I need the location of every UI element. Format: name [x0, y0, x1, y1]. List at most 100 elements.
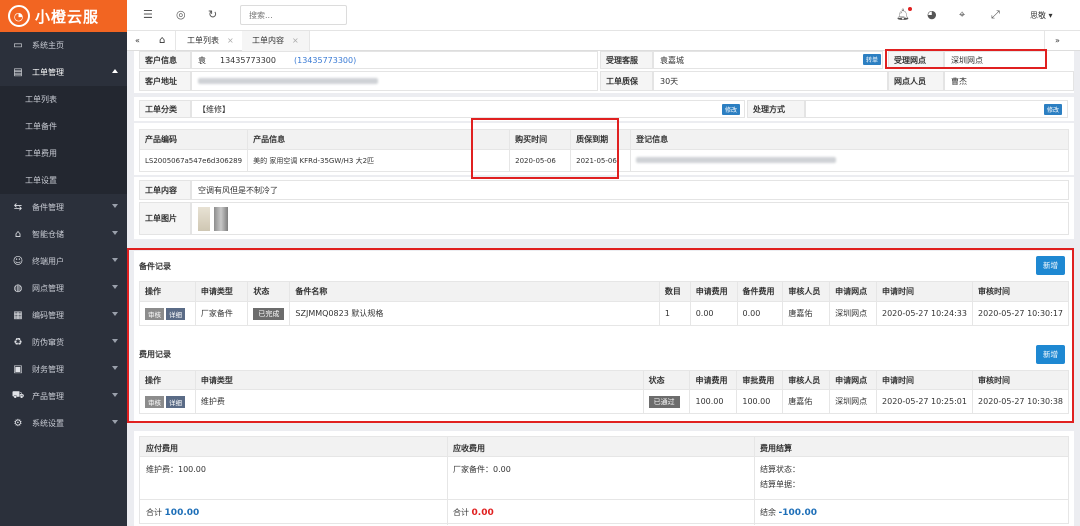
sidebar-item-parts[interactable]: ⇆ 备件管理 — [0, 194, 127, 221]
total-payable: 合计 100.00 — [146, 507, 199, 518]
chevron-down-icon — [112, 231, 118, 235]
type-label: 工单分类 — [139, 100, 191, 118]
address-label: 客户地址 — [139, 71, 191, 91]
summary-header — [140, 437, 1068, 457]
total-label: 合计 — [146, 508, 162, 517]
chevron-down-icon — [112, 312, 118, 316]
sidebar-item-codes[interactable]: ▦ 编码管理 — [0, 302, 127, 329]
order-image-thumbnail[interactable] — [198, 206, 210, 231]
sidebar: ◔ 小橙云服 ▭ 系统主页 ▤ 工单管理 工单列表 工单备件 工单费用 工单设置 ⇆ 备… — [0, 0, 127, 526]
tab-label: 工单内容 — [252, 36, 284, 45]
transfer-button[interactable]: 转单 — [863, 54, 882, 65]
receivable-item: 厂家备件：0.00 — [453, 465, 511, 474]
balance-label: 结余 — [760, 508, 776, 517]
agent-name: 袁嘉城 — [660, 55, 684, 65]
sidebar-item-label: 终端用户 — [32, 257, 64, 266]
sidebar-item-home[interactable]: ▭ 系统主页 — [0, 32, 127, 59]
settle-status: 结算状态： — [760, 465, 800, 474]
column-header: 登记信息 — [630, 129, 1069, 150]
sidebar-item-products[interactable]: ⛟ 产品管理 — [0, 383, 127, 410]
menu-toggle-icon[interactable]: ☰ — [143, 8, 153, 21]
sidebar-item-branches[interactable]: ◍ 网点管理 — [0, 275, 127, 302]
order-image-thumbnail[interactable] — [214, 206, 228, 231]
money-icon: ▣ — [13, 364, 23, 375]
logo-icon: ◔ — [8, 5, 30, 27]
sidebar-subitem-order-list[interactable]: 工单列表 — [0, 86, 127, 113]
sidebar-item-label: 工单管理 — [32, 68, 64, 77]
sidebar-item-orders[interactable]: ▤ 工单管理 — [0, 59, 127, 86]
sidebar-item-warehouse[interactable]: ⌂ 智能仓储 — [0, 221, 127, 248]
divider — [447, 437, 448, 525]
tag-icon[interactable]: ⌖ — [959, 8, 965, 22]
images-label: 工单图片 — [139, 202, 191, 235]
payable-label: 应付费用 — [146, 444, 178, 453]
sidebar-item-settings[interactable]: ⚙ 系统设置 — [0, 410, 127, 437]
tab-order-content[interactable]: 工单内容 × — [242, 31, 310, 51]
search-input[interactable] — [240, 5, 347, 25]
recycle-icon: ♻ — [13, 337, 23, 348]
highlight-records — [127, 248, 1074, 423]
order-detail: 客户信息 袁 13435773300 (13435773300) 受理客服 袁嘉… — [127, 49, 1074, 526]
content-value: 空调有风但是不制冷了 — [191, 180, 1069, 200]
tab-order-list[interactable]: 工单列表 × — [177, 31, 245, 51]
images-value — [191, 202, 1069, 235]
close-icon[interactable]: × — [292, 36, 299, 45]
top-bar: ☰ ◎ ↻ 🔔︎ ◕ ⌖ ⤢ 思敬 ▾ — [127, 0, 1080, 31]
total-receivable: 合计 0.00 — [453, 507, 494, 518]
arrows-icon: ⇆ — [13, 202, 23, 213]
sidebar-item-finance[interactable]: ▣ 财务管理 — [0, 356, 127, 383]
total-payable-value: 100.00 — [164, 508, 200, 518]
customer-phone-link[interactable]: (13435773300) — [294, 56, 356, 65]
user-menu[interactable]: 思敬 ▾ — [1030, 10, 1053, 21]
dashboard-icon[interactable]: ◕ — [927, 8, 937, 21]
highlight-branch — [885, 49, 1047, 69]
chevron-down-icon — [112, 366, 118, 370]
edit-method-button[interactable]: 修改 — [1044, 104, 1063, 115]
warranty-label: 工单质保 — [600, 71, 653, 91]
sidebar-item-anticounterfeit[interactable]: ♻ 防伪窜货 — [0, 329, 127, 356]
chevron-down-icon — [112, 420, 118, 424]
grid-icon: ▦ — [13, 310, 23, 321]
sidebar-item-label: 财务管理 — [32, 365, 64, 374]
home-icon[interactable]: ⌂ — [149, 31, 177, 51]
divider — [754, 437, 755, 525]
gear-icon: ⚙ — [13, 418, 23, 429]
refresh-icon[interactable]: ↻ — [208, 8, 217, 21]
chevron-down-icon — [112, 393, 118, 397]
type-value: 【维修】 — [191, 100, 745, 118]
sidebar-item-label: 系统设置 — [32, 419, 64, 428]
payable-item: 维护费：100.00 — [146, 465, 206, 474]
user-icon: ☺ — [12, 256, 24, 267]
globe-icon[interactable]: ◎ — [176, 8, 186, 21]
sidebar-item-label: 产品管理 — [32, 392, 64, 401]
monitor-icon: ▭ — [13, 40, 23, 51]
staff-label: 网点人员 — [888, 71, 944, 91]
tab-label: 工单列表 — [187, 36, 219, 45]
sidebar-item-users[interactable]: ☺ 终端用户 — [0, 248, 127, 275]
fullscreen-icon[interactable]: ⤢ — [991, 8, 1000, 22]
redacted-registration — [636, 157, 837, 163]
method-value — [805, 100, 1068, 118]
tabs-back-icon[interactable]: « — [127, 31, 148, 51]
method-label: 处理方式 — [747, 100, 805, 118]
settle-label: 费用结算 — [760, 444, 792, 453]
sidebar-subitem-order-parts[interactable]: 工单备件 — [0, 113, 127, 140]
tab-bar: « ⌂ 工单列表 × 工单内容 × » — [127, 31, 1080, 51]
order-content-card: 工单内容 空调有风但是不制冷了 工单图片 — [134, 177, 1074, 239]
agent-value: 袁嘉城 — [653, 51, 883, 69]
sidebar-subitem-order-settings[interactable]: 工单设置 — [0, 167, 127, 194]
user-name: 思敬 — [1030, 11, 1046, 20]
sidebar-item-label: 防伪窜货 — [32, 338, 64, 347]
highlight-dates — [471, 118, 619, 179]
chevron-down-icon — [112, 339, 118, 343]
chevron-down-icon — [112, 204, 118, 208]
redacted-address — [198, 78, 378, 84]
balance: 结余 -100.00 — [760, 507, 817, 518]
sidebar-subitem-order-fees[interactable]: 工单费用 — [0, 140, 127, 167]
total-label: 合计 — [453, 508, 469, 517]
close-icon[interactable]: × — [227, 36, 234, 45]
total-receivable-value: 0.00 — [471, 508, 494, 518]
edit-type-button[interactable]: 修改 — [722, 104, 741, 115]
bell-icon[interactable]: 🔔︎ — [896, 7, 912, 21]
tabs-forward-icon[interactable]: » — [1044, 31, 1070, 51]
